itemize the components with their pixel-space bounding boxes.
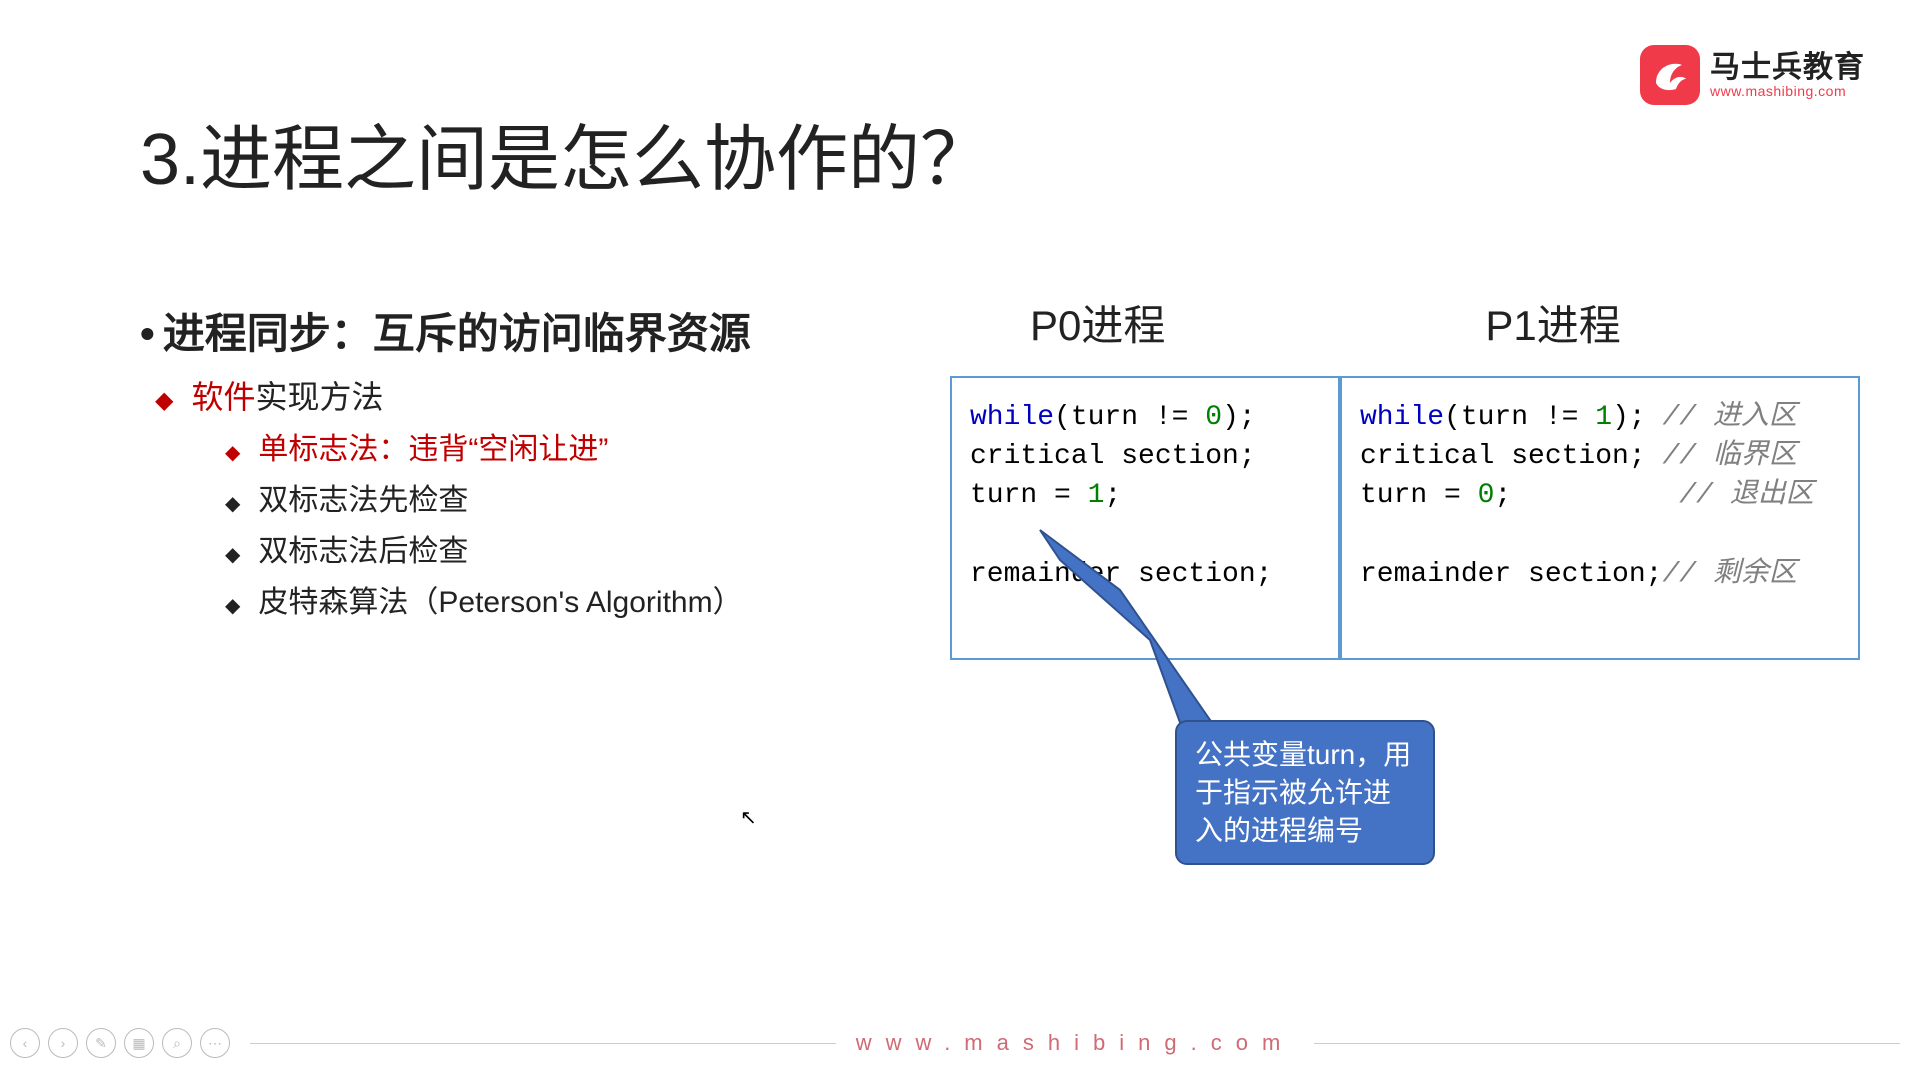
code-text: (turn != [1054, 402, 1205, 433]
kw: while [970, 402, 1054, 433]
next-icon[interactable]: › [48, 1028, 78, 1058]
comment: // 退出区 [1679, 480, 1813, 511]
diamond-icon: ◆ [225, 589, 240, 623]
prev-icon[interactable]: ‹ [10, 1028, 40, 1058]
more-icon[interactable]: ⋯ [200, 1028, 230, 1058]
logo-text: 马士兵教育 www.mashibing.com [1710, 51, 1865, 99]
list-item-l2: ◆ 双标志法后检查 [225, 526, 743, 577]
l2-text: 双标志法先检查 [258, 475, 468, 526]
bullet-dot: • [140, 310, 155, 357]
code-text: ; [1494, 480, 1679, 511]
diamond-icon: ◆ [225, 487, 240, 521]
zoom-icon[interactable]: ⌕ [162, 1028, 192, 1058]
l1-rest: 实现方法 [255, 379, 383, 415]
footer: ‹ › ✎ ▦ ⌕ ⋯ www.mashibing.com [0, 1028, 1920, 1058]
logo-cn: 马士兵教育 [1710, 51, 1865, 84]
footer-toolbar: ‹ › ✎ ▦ ⌕ ⋯ [10, 1028, 230, 1058]
logo-mark-icon [1640, 45, 1700, 105]
footer-url: www.mashibing.com [856, 1030, 1295, 1056]
process-labels: P0进程 P1进程 [1030, 292, 1621, 353]
code-text: remainder section; [1360, 559, 1662, 590]
cursor-icon: ↖ [740, 805, 757, 830]
slide-subtitle: •进程同步：互斥的访问临界资源 [140, 300, 751, 361]
slide-title: 3.进程之间是怎么协作的？ [140, 100, 992, 205]
list-item-l1: ◆ 软件实现方法 [155, 370, 743, 424]
code-text: (turn != [1444, 402, 1595, 433]
code-text: ; [1104, 480, 1121, 511]
code-text: ); [1612, 402, 1662, 433]
pen-icon[interactable]: ✎ [86, 1028, 116, 1058]
callout-box: 公共变量turn，用于指示被允许进入的进程编号 [1175, 720, 1435, 865]
num: 0 [1478, 480, 1495, 511]
code-block-p1: while(turn != 1); // 进入区 critical sectio… [1340, 376, 1860, 660]
l2-text: 皮特森算法（Peterson's Algorithm） [258, 577, 742, 628]
p1-label: P1进程 [1485, 292, 1620, 353]
diamond-icon: ◆ [225, 538, 240, 572]
logo-url: www.mashibing.com [1710, 84, 1865, 99]
comment: // 进入区 [1662, 402, 1796, 433]
footer-divider [1314, 1043, 1900, 1044]
code-text: ); [1222, 402, 1256, 433]
num: 1 [1088, 480, 1105, 511]
code-text: remainder section; [970, 559, 1272, 590]
list-item-l2: ◆ 双标志法先检查 [225, 475, 743, 526]
l1-red: 软件 [191, 379, 255, 415]
comment: // 剩余区 [1662, 559, 1796, 590]
list-item-l2: ◆ 单标志法：违背“空闲让进” [225, 424, 743, 475]
code-text: turn = [1360, 480, 1478, 511]
p0-label: P0进程 [1030, 292, 1165, 353]
code-text: critical section; [1360, 441, 1662, 472]
num: 1 [1595, 402, 1612, 433]
l2-text: 双标志法后检查 [258, 526, 468, 577]
kw: while [1360, 402, 1444, 433]
code-text: critical section; [970, 441, 1256, 472]
l2-text: 单标志法：违背“空闲让进” [258, 424, 608, 475]
display-icon[interactable]: ▦ [124, 1028, 154, 1058]
comment: // 临界区 [1662, 441, 1796, 472]
code-text: turn = [970, 480, 1088, 511]
diamond-icon: ◆ [225, 436, 240, 470]
code-block-p0: while(turn != 0); critical section; turn… [950, 376, 1340, 660]
bullet-list: ◆ 软件实现方法 ◆ 单标志法：违背“空闲让进” ◆ 双标志法先检查 ◆ 双标志… [155, 370, 743, 628]
slide: 马士兵教育 www.mashibing.com 3.进程之间是怎么协作的？ •进… [0, 0, 1920, 1080]
num: 0 [1205, 402, 1222, 433]
subtitle-text: 进程同步：互斥的访问临界资源 [163, 310, 751, 357]
list-item-l2: ◆ 皮特森算法（Peterson's Algorithm） [225, 577, 743, 628]
diamond-icon: ◆ [155, 381, 173, 422]
brand-logo: 马士兵教育 www.mashibing.com [1640, 45, 1865, 105]
footer-divider [250, 1043, 836, 1044]
